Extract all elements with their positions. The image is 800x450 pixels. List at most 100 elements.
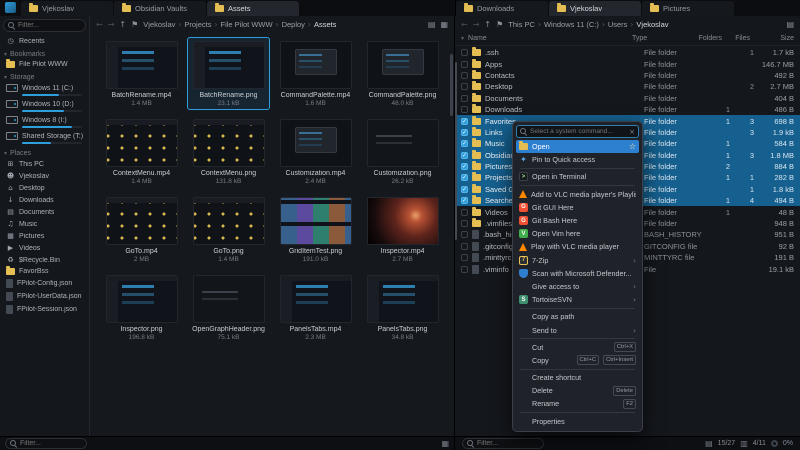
sidebar-item-documents[interactable]: ▤Documents [0, 206, 89, 218]
row-checkbox[interactable] [461, 83, 468, 90]
breadcrumb-segment[interactable]: This PC [508, 20, 535, 29]
menu-item-give-access-to[interactable]: Give access to› [516, 280, 639, 293]
row-checkbox[interactable]: ✓ [461, 129, 468, 136]
sidebar-item-pictures[interactable]: ▦Pictures [0, 230, 89, 242]
row-checkbox[interactable] [461, 106, 468, 113]
left-pane-filter-input[interactable] [20, 440, 82, 447]
menu-item-git-gui-here[interactable]: GGit GUI Here [516, 201, 639, 214]
sidebar-item-shared-storage-t[interactable]: Shared Storage (T:) [0, 130, 89, 146]
row-checkbox[interactable]: ✓ [461, 152, 468, 159]
breadcrumb-segment[interactable]: Deploy [282, 20, 305, 29]
row-checkbox[interactable]: ✓ [461, 163, 468, 170]
row-checkbox[interactable] [461, 72, 468, 79]
sidebar-item-music[interactable]: ♫Music [0, 218, 89, 230]
menu-item-git-bash-here[interactable]: GGit Bash Here [516, 214, 639, 227]
tab-pictures[interactable]: Pictures [642, 1, 734, 16]
chevron-down-icon[interactable]: ▾ [461, 35, 464, 42]
forward-icon[interactable]: → [108, 20, 115, 29]
row-checkbox[interactable] [461, 231, 468, 238]
file-tile-goto-mp4[interactable]: GoTo.mp42 MB [100, 193, 183, 266]
row-checkbox[interactable] [461, 95, 468, 102]
file-tile-customization-mp4[interactable]: Customization.mp42.4 MB [274, 115, 357, 188]
menu-item-send-to[interactable]: Send to› [516, 323, 639, 336]
menu-item-delete[interactable]: DeleteDelete [516, 384, 639, 397]
menu-item-open[interactable]: Open☆ [516, 140, 639, 153]
back-icon[interactable]: ← [461, 20, 468, 29]
file-tile-opengraphheader-png[interactable]: OpenGraphHeader.png75.1 kB [187, 271, 270, 344]
menu-item-open-vim-here[interactable]: VOpen Vim here [516, 227, 639, 240]
section-header-places[interactable]: ▾Places [0, 146, 89, 158]
row-checkbox[interactable]: ✓ [461, 118, 468, 125]
menu-item-cut[interactable]: CutCtrl+X [516, 341, 639, 354]
menu-item-7-zip[interactable]: 77-Zip› [516, 254, 639, 267]
sidebar-item-windows-8-i[interactable]: Windows 8 (I:) [0, 114, 89, 130]
up-icon[interactable]: ↑ [484, 20, 491, 29]
row-checkbox[interactable] [461, 209, 468, 216]
sidebar-item-fpilot-config-json[interactable]: FPilot-Config.json [0, 277, 89, 290]
breadcrumb-segment[interactable]: Vjekoslav [636, 20, 668, 29]
layers-icon[interactable]: ▤ [705, 439, 713, 448]
list-view-icon[interactable]: ▤ [786, 20, 794, 29]
menu-item-scan-with-microsoft-defender[interactable]: Scan with Microsoft Defender... [516, 267, 639, 280]
sidebar-item-this-pc[interactable]: ⊞This PC [0, 158, 89, 170]
column-header-name[interactable]: Name [468, 35, 628, 42]
file-tile-griditemtest-png[interactable]: GridItemTest.png191.0 kB [274, 193, 357, 266]
row-checkbox[interactable]: ✓ [461, 186, 468, 193]
row-checkbox[interactable]: ✓ [461, 174, 468, 181]
sidebar-item-fpilot-session-json[interactable]: FPilot-Session.json [0, 303, 89, 316]
file-tile-batchrename-png[interactable]: BatchRename.png23.1 kB [187, 37, 270, 110]
bookmark-flag-icon[interactable]: ⚑ [496, 20, 503, 29]
row-checkbox[interactable] [461, 243, 468, 250]
sidebar-item-favorbss[interactable]: FavorBss [0, 266, 89, 277]
menu-item-create-shortcut[interactable]: Create shortcut [516, 371, 639, 384]
bookmark-flag-icon[interactable]: ⚑ [131, 20, 138, 29]
section-header-bookmarks[interactable]: ▾Bookmarks [0, 47, 89, 59]
menu-item-open-in-terminal[interactable]: >Open in Terminal [516, 170, 639, 183]
file-tile-goto-png[interactable]: GoTo.png1.4 MB [187, 193, 270, 266]
row-checkbox[interactable] [461, 220, 468, 227]
table-row-ssh[interactable]: .sshFile folder11.7 kB [455, 47, 800, 58]
table-row-documents[interactable]: DocumentsFile folder404 B [455, 93, 800, 104]
up-icon[interactable]: ↑ [119, 20, 126, 29]
sidebar-filter-input[interactable] [18, 22, 81, 29]
file-tile-contextmenu-mp4[interactable]: ContextMenu.mp41.4 MB [100, 115, 183, 188]
close-icon[interactable]: × [629, 128, 635, 136]
menu-item-pin-to-quick-access[interactable]: ✦Pin to Quick access [516, 153, 639, 166]
breadcrumb-segment[interactable]: Assets [314, 20, 337, 29]
sidebar-item-windows-10-d[interactable]: Windows 10 (D:) [0, 98, 89, 114]
breadcrumb-segment[interactable]: File Pilot WWW [220, 20, 272, 29]
tab-vjekoslav[interactable]: Vjekoslav [21, 1, 113, 16]
right-scrollbar[interactable] [455, 62, 457, 240]
tab-downloads[interactable]: Downloads [456, 1, 548, 16]
column-header-size[interactable]: Size [754, 35, 800, 42]
sidebar-item-videos[interactable]: ▶Videos [0, 242, 89, 254]
menu-item-copy-as-path[interactable]: Copy as path [516, 310, 639, 323]
sidebar-item-file-pilot-www[interactable]: File Pilot WWW [0, 59, 89, 70]
section-header-storage[interactable]: ▾Storage [0, 70, 89, 82]
row-checkbox[interactable] [461, 254, 468, 261]
list-icon[interactable]: ▥ [740, 439, 748, 448]
breadcrumb-segment[interactable]: Projects [184, 20, 211, 29]
tab-obsidian-vaults[interactable]: Obsidian Vaults [114, 1, 206, 16]
sidebar-item-downloads[interactable]: ↓Downloads [0, 194, 89, 206]
grid-view-icon[interactable]: ▦ [441, 439, 449, 448]
file-tile-panelstabs-mp4[interactable]: PanelsTabs.mp42.3 MB [274, 271, 357, 344]
sidebar-item-vjekoslav[interactable]: ☻Vjekoslav [0, 170, 89, 182]
menu-item-add-to-vlc-media-player-s-playlist[interactable]: Add to VLC media player's Playlist [516, 188, 639, 201]
table-row-apps[interactable]: AppsFile folder146.7 MB [455, 58, 800, 69]
column-header-folders[interactable]: Folders [694, 35, 722, 42]
tab-assets[interactable]: Assets [207, 1, 299, 16]
file-tile-commandpalette-png[interactable]: CommandPalette.png48.0 kB [361, 37, 444, 110]
tab-vjekoslav[interactable]: Vjekoslav [549, 1, 641, 16]
row-checkbox[interactable]: ✓ [461, 197, 468, 204]
breadcrumb-segment[interactable]: Users [608, 20, 628, 29]
back-icon[interactable]: ← [96, 20, 103, 29]
file-tile-commandpalette-mp4[interactable]: CommandPalette.mp41.6 MB [274, 37, 357, 110]
left-scrollbar[interactable] [450, 54, 453, 116]
favorite-star-icon[interactable]: ☆ [629, 142, 636, 151]
file-tile-batchrename-mp4[interactable]: BatchRename.mp41.4 MB [100, 37, 183, 110]
sidebar-item-windows-11-c[interactable]: Windows 11 (C:) [0, 82, 89, 98]
menu-item-tortoisesvn[interactable]: STortoiseSVN› [516, 293, 639, 306]
command-search-input[interactable] [530, 128, 626, 135]
column-header-files[interactable]: Files [726, 35, 750, 42]
